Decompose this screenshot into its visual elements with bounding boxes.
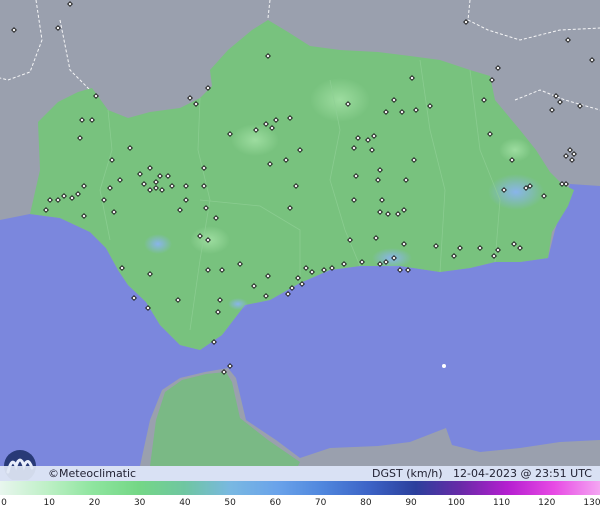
at-label: @ [520, 467, 532, 480]
legend-tick-10: 10 [43, 498, 55, 508]
legend-tick-80: 80 [360, 498, 372, 508]
legend-tick-30: 30 [133, 498, 146, 508]
legend-tick-110: 110 [492, 498, 511, 508]
brand-label: ©Meteoclimatic [48, 467, 137, 480]
lake-dot [442, 364, 446, 368]
date-label: 12-04-2023 [453, 467, 517, 480]
legend-tick-70: 70 [314, 498, 327, 508]
variable-label: DGST [371, 467, 403, 480]
legend-tick-40: 40 [179, 498, 191, 508]
wind-gust-map [0, 0, 600, 517]
legend-tick-90: 90 [405, 498, 417, 508]
color-ramp [0, 481, 600, 495]
map-metadata: DGST (km/h) 12-04-2023 @ 23:51 UTC [372, 467, 592, 480]
legend-tick-130: 130 [583, 498, 600, 508]
unit-label: (km/h) [406, 467, 443, 480]
legend-tick-100: 100 [447, 498, 465, 508]
legend-tick-20: 20 [88, 498, 101, 508]
color-scale-legend: 0 10 20 30 40 50 60 70 80 90 100 110 120 130 [0, 481, 600, 517]
legend-tick-60: 60 [269, 498, 282, 508]
time-label: 23:51 UTC [534, 467, 592, 480]
legend-tick-120: 120 [538, 498, 556, 508]
legend-tick-0: 0 [1, 498, 7, 508]
legend-tick-50: 50 [224, 498, 236, 508]
map-info-bar: ©Meteoclimatic DGST (km/h) 12-04-2023 @ … [0, 466, 600, 481]
